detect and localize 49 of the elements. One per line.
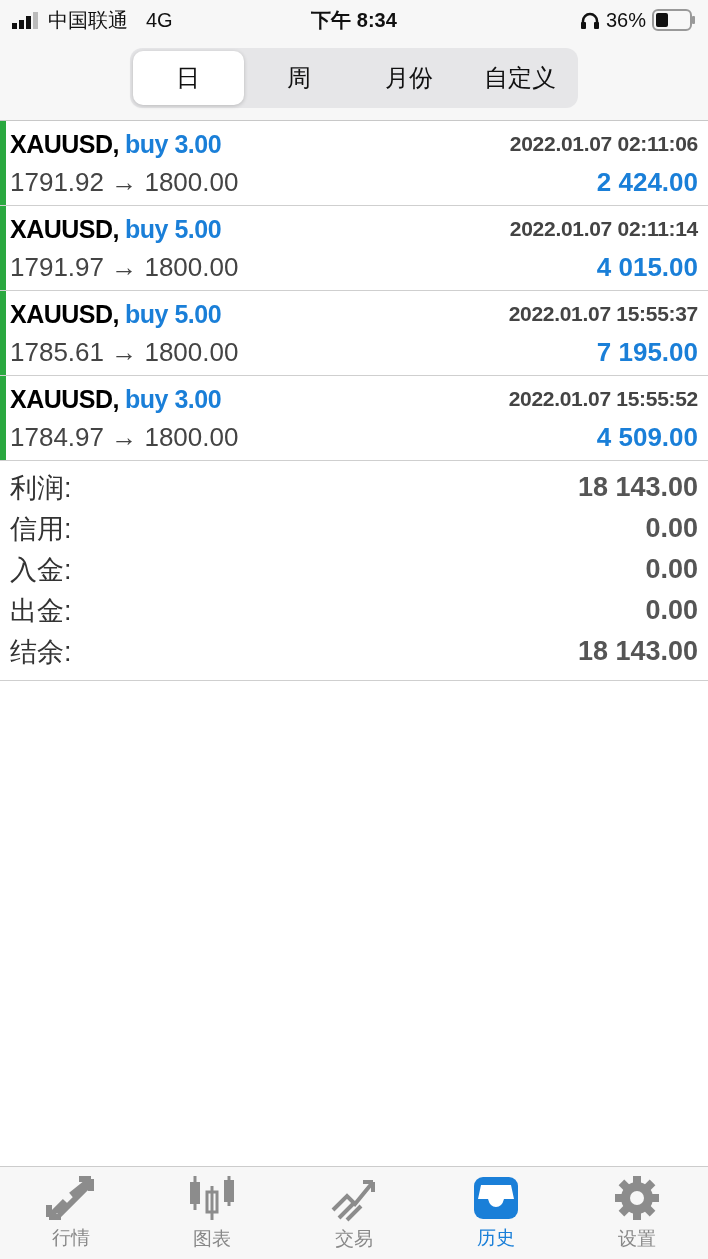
period-tab[interactable]: 自定义 [464,51,575,105]
summary-label: 利润: [10,471,72,505]
summary-label: 结余: [10,635,72,669]
summary-value: 0.00 [645,595,698,626]
arrows-icon [44,1175,97,1221]
order-label: buy 5.00 [125,299,222,328]
summary-value: 18 143.00 [577,472,698,503]
trade-time: 2022.01.07 02:11:06 [509,132,698,156]
battery-percent: 36% [605,8,646,32]
tab-bar-item[interactable]: 交易 [283,1167,425,1259]
summary-value: 0.00 [645,554,698,585]
tab-bar-item[interactable]: 设置 [566,1167,708,1259]
price-range: 1791.92 → 1800.00 [10,166,239,198]
period-tab[interactable]: 月份 [354,51,465,105]
profit-value: 4 509.00 [596,421,698,453]
trade-time: 2022.01.07 15:55:52 [508,387,698,411]
profit-value: 4 015.00 [596,251,698,283]
carrier-name: 中国联通 [48,7,128,33]
battery-icon [652,9,696,31]
network-type: 4G [146,8,173,32]
symbol-label: XAUUSD, [10,384,119,413]
symbol-label: XAUUSD, [10,299,119,328]
summary-label: 入金: [10,553,72,587]
trade-time: 2022.01.07 02:11:14 [509,217,698,241]
order-label: buy 5.00 [125,214,222,243]
summary-label: 出金: [10,594,72,628]
summary-value: 0.00 [645,513,698,544]
trade-time: 2022.01.07 15:55:37 [508,302,698,326]
tab-bar-item[interactable]: 历史 [424,1167,567,1259]
symbol-label: XAUUSD, [10,214,119,243]
inbox-icon [471,1175,520,1221]
order-label: buy 3.00 [125,384,222,413]
tab-bar-item[interactable]: 图表 [141,1167,284,1259]
profit-value: 2 424.00 [596,166,698,198]
summary-label: 信用: [10,512,72,546]
period-tab[interactable]: 周 [243,51,354,105]
price-range: 1791.97 → 1800.00 [10,251,239,283]
headphones-icon [579,11,600,29]
period-tab[interactable]: 日 [133,51,244,105]
settings-icon [613,1174,662,1222]
clock-time: 下午 8:34 [311,8,397,31]
signal-icon [12,11,40,29]
order-label: buy 3.00 [125,129,222,158]
profit-value: 7 195.00 [596,336,698,368]
price-range: 1785.61 → 1800.00 [10,336,239,368]
price-range: 1784.97 → 1800.00 [10,421,239,453]
symbol-label: XAUUSD, [10,129,119,158]
summary-value: 18 143.00 [577,636,698,667]
tab-bar-item[interactable]: 行情 [0,1167,142,1259]
